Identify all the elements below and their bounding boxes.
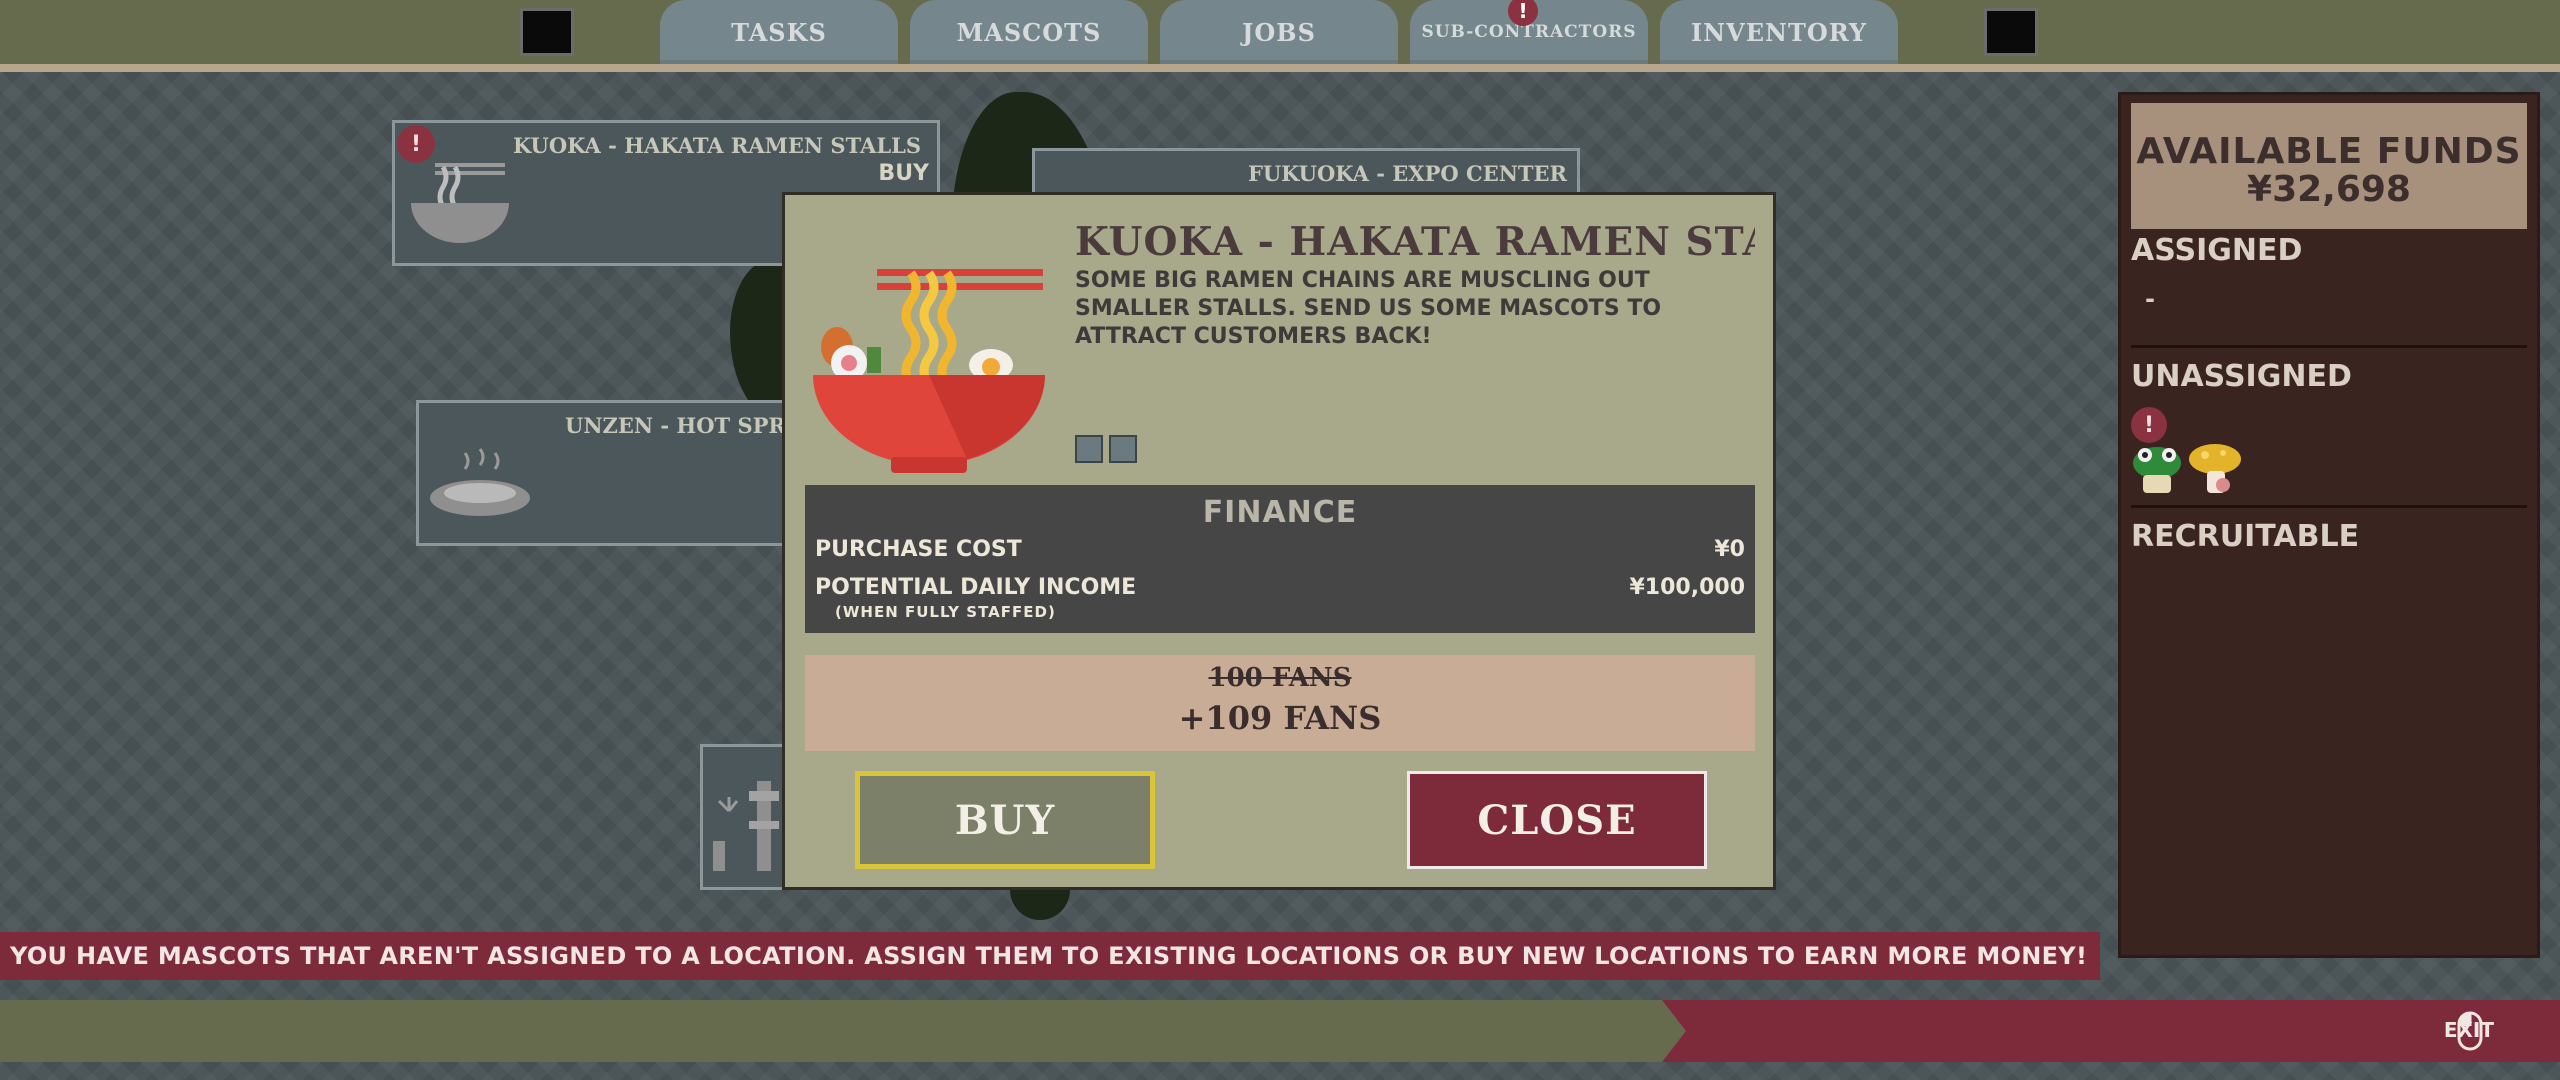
purchase-cost-value: ¥0 bbox=[1714, 537, 1745, 562]
close-button[interactable]: CLOSE bbox=[1407, 771, 1707, 869]
recruitable-heading: RECRUITABLE bbox=[2131, 519, 2360, 554]
finance-panel: FINANCE PURCHASE COST ¥0 POTENTIAL DAILY… bbox=[805, 485, 1755, 633]
fans-panel: 100 FANS +109 FANS bbox=[805, 655, 1755, 751]
location-card-unzen[interactable]: UNZEN - HOT SPR bbox=[416, 400, 796, 546]
buy-button[interactable]: BUY bbox=[855, 771, 1155, 869]
unassigned-heading: UNASSIGNED bbox=[2131, 359, 2352, 394]
daily-income-note: (WHEN FULLY STAFFED) bbox=[835, 603, 1056, 621]
location-detail-modal: KUOKA - HAKATA RAMEN STA SOME BIG RAMEN … bbox=[782, 192, 1776, 890]
mascot-mushroom-icon[interactable] bbox=[2187, 441, 2243, 497]
fans-new-value: +109 FANS bbox=[1178, 699, 1382, 737]
unassigned-mascots-message: YOU HAVE MASCOTS THAT AREN'T ASSIGNED TO… bbox=[0, 932, 2100, 980]
tab-mascots[interactable]: MASCOTS bbox=[910, 0, 1148, 64]
unassigned-alert-badge: ! bbox=[2131, 407, 2167, 443]
modal-title: KUOKA - HAKATA RAMEN STA bbox=[1075, 219, 1755, 265]
mascot-slot[interactable] bbox=[1109, 435, 1137, 463]
section-divider bbox=[2131, 505, 2527, 508]
available-funds-label: AVAILABLE FUNDS bbox=[2136, 131, 2522, 172]
assigned-value: - bbox=[2145, 285, 2155, 313]
location-title: UNZEN - HOT SPR bbox=[565, 413, 786, 438]
section-divider bbox=[2131, 345, 2527, 348]
tab-jobs[interactable]: JOBS bbox=[1160, 0, 1398, 64]
assigned-heading: ASSIGNED bbox=[2131, 233, 2303, 268]
available-funds-value: ¥32,698 bbox=[2247, 169, 2411, 210]
tab-tasks[interactable]: TASKS bbox=[660, 0, 898, 64]
available-funds-box: AVAILABLE FUNDS ¥32,698 bbox=[2131, 103, 2527, 229]
fans-old-value: 100 FANS bbox=[1208, 663, 1352, 693]
hot-spring-icon bbox=[430, 448, 530, 516]
modal-description: SOME BIG RAMEN CHAINS ARE MUSCLING OUT S… bbox=[1075, 268, 1662, 349]
purchase-cost-label: PURCHASE COST bbox=[815, 537, 1022, 562]
nav-left-button[interactable] bbox=[520, 8, 574, 56]
finance-heading: FINANCE bbox=[1202, 495, 1358, 530]
location-buy-label[interactable]: BUY bbox=[878, 161, 929, 186]
tab-inventory[interactable]: INVENTORY bbox=[1660, 0, 1898, 64]
location-title: FUKUOKA - EXPO CENTER bbox=[1247, 161, 1567, 186]
mascot-slot[interactable] bbox=[1075, 435, 1103, 463]
location-title: KUOKA - HAKATA RAMEN STALLS bbox=[513, 133, 922, 158]
bottom-exit-bar bbox=[1662, 1000, 2560, 1062]
ramen-bowl-icon bbox=[411, 163, 509, 243]
ramen-bowl-icon bbox=[813, 269, 1045, 473]
daily-income-value: ¥100,000 bbox=[1629, 575, 1745, 600]
mascot-frog-icon[interactable] bbox=[2129, 441, 2185, 497]
funds-side-panel: AVAILABLE FUNDS ¥32,698 ASSIGNED - UNASS… bbox=[2118, 92, 2540, 958]
daily-income-label: POTENTIAL DAILY INCOME bbox=[815, 575, 1137, 600]
mouse-icon bbox=[2457, 1011, 2483, 1051]
nav-right-button[interactable] bbox=[1984, 8, 2038, 56]
